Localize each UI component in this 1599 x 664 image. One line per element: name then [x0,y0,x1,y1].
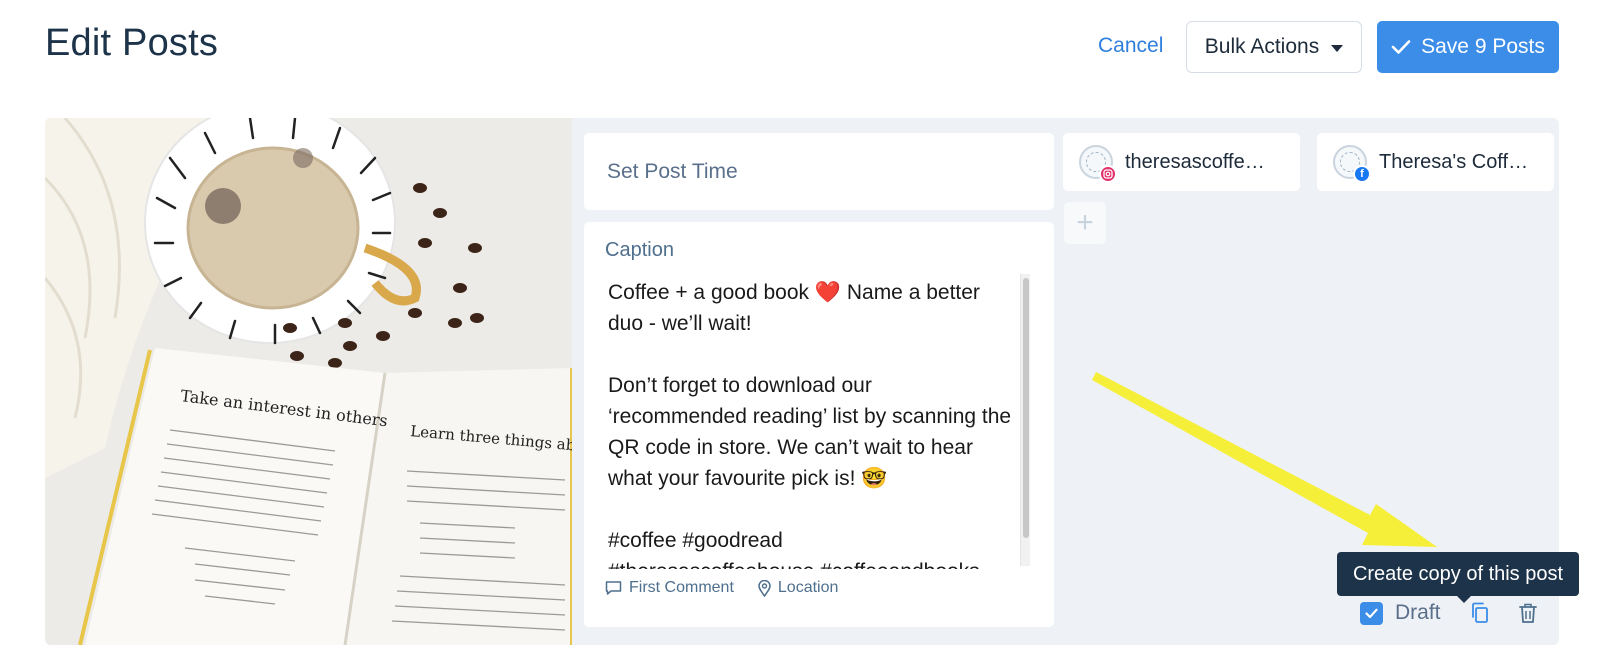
location-button[interactable]: Location [758,579,839,597]
save-posts-label: Save 9 Posts [1421,35,1545,58]
account-chip-facebook[interactable]: f Theresa's Coff… [1317,133,1554,191]
account-avatar: f [1333,145,1371,183]
cancel-button[interactable]: Cancel [1098,34,1163,58]
instagram-icon [1099,165,1117,183]
account-avatar [1079,145,1117,183]
comment-icon [605,581,622,595]
trash-icon [1518,603,1537,623]
draft-label: Draft [1395,601,1441,624]
set-post-time-button[interactable]: Set Post Time [584,133,1054,210]
location-label: Location [777,579,839,596]
check-icon [1391,40,1411,54]
caption-label: Caption [605,239,674,261]
draft-checkbox[interactable] [1360,601,1383,625]
caret-down-icon [1331,44,1344,52]
caption-panel: Caption Coffee + a good book ❤️ Name a b… [584,222,1054,627]
caption-textarea[interactable]: Coffee + a good book ❤️ Name a better du… [608,277,1016,569]
check-icon [1365,608,1378,618]
caption-scrollbar[interactable] [1020,274,1030,566]
account-chip-instagram[interactable]: theresascoffe… [1063,133,1300,191]
post-image: Take an interest in others Learn three t… [45,118,572,645]
save-posts-button[interactable]: Save 9 Posts [1377,21,1559,73]
bulk-actions-dropdown[interactable]: Bulk Actions [1186,21,1362,73]
duplicate-post-button[interactable] [1467,600,1493,626]
first-comment-button[interactable]: First Comment [605,579,734,597]
account-name: Theresa's Coff… [1379,150,1529,173]
facebook-icon: f [1353,165,1371,183]
copy-icon [1471,602,1488,623]
first-comment-label: First Comment [629,579,734,596]
delete-post-button[interactable] [1515,600,1541,626]
add-account-button[interactable]: + [1064,202,1106,244]
location-pin-icon [758,579,771,597]
bulk-actions-label: Bulk Actions [1204,35,1320,58]
copy-post-tooltip: Create copy of this post [1337,552,1579,596]
page-title: Edit Posts [45,22,219,64]
scrollbar-thumb[interactable] [1023,278,1029,538]
post-actions: Draft [1360,600,1551,626]
account-name: theresascoffe… [1125,150,1265,173]
caption-footer: First Comment Location [605,579,838,597]
